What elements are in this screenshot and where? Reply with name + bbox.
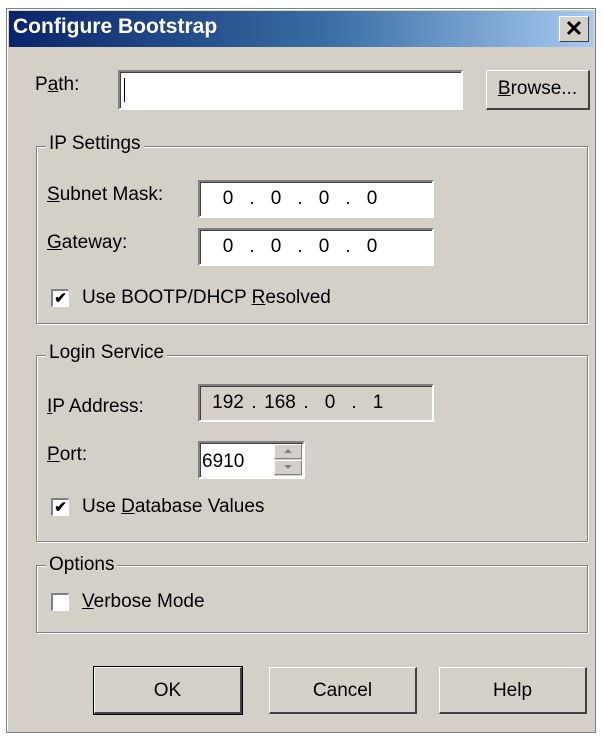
ip-octet-3: 0 [324,392,336,413]
up-arrow-icon [284,449,292,453]
close-icon: ✕ [564,16,584,41]
login-service-legend: Login Service [46,342,168,364]
ip-address-label: IP Address: [47,396,144,417]
gateway-octet-1[interactable]: 0 [210,236,246,258]
subnet-octet-1[interactable]: 0 [210,188,246,210]
options-legend: Options [46,554,118,576]
path-label: Path: [35,74,80,95]
bootp-dhcp-checkbox[interactable]: ✔ [51,289,69,307]
subnet-octet-3[interactable]: 0 [306,188,342,210]
port-increment-button[interactable] [274,444,302,459]
cancel-button[interactable]: Cancel [269,667,417,714]
port-value[interactable]: 6910 [202,451,244,473]
subnet-octet-2[interactable]: 0 [258,188,294,210]
path-input[interactable] [118,70,463,110]
text-cursor [124,78,125,102]
subnet-mask-field[interactable]: 0. 0. 0. 0 [198,180,434,218]
configure-bootstrap-dialog: Configure Bootstrap ✕ Path: Browse... IP… [6,8,596,733]
help-button[interactable]: Help [439,667,587,714]
close-button[interactable]: ✕ [559,16,589,42]
ip-octet-2: 168 [264,392,296,413]
title-bar: Configure Bootstrap ✕ [9,11,593,47]
ip-octet-1: 192 [212,392,244,413]
gateway-label: Gateway: [47,232,128,253]
ip-settings-legend: IP Settings [46,133,144,155]
subnet-mask-label: Subnet Mask: [47,184,164,205]
down-arrow-icon [284,465,292,469]
checkmark-icon: ✔ [54,499,67,516]
subnet-octet-4[interactable]: 0 [354,188,390,210]
use-database-values-checkbox[interactable]: ✔ [51,498,69,516]
port-decrement-button[interactable] [274,460,302,475]
gateway-field[interactable]: 0. 0. 0. 0 [198,228,434,266]
ip-address-field: 192. 168. 0. 1 [198,384,434,422]
ok-button[interactable]: OK [93,666,243,715]
use-database-values-label[interactable]: Use Database Values [82,496,264,518]
port-stepper[interactable]: 6910 [198,441,305,479]
ip-octet-4: 1 [372,392,384,413]
verbose-mode-checkbox[interactable] [51,593,69,611]
gateway-octet-2[interactable]: 0 [258,236,294,258]
window-title: Configure Bootstrap [13,15,218,38]
port-label: Port: [47,444,88,465]
gateway-octet-3[interactable]: 0 [306,236,342,258]
browse-button[interactable]: Browse... [486,70,590,110]
verbose-mode-label[interactable]: Verbose Mode [82,591,205,613]
gateway-octet-4[interactable]: 0 [354,236,390,258]
bootp-dhcp-label[interactable]: Use BOOTP/DHCP Resolved [82,287,331,309]
checkmark-icon: ✔ [54,290,67,307]
